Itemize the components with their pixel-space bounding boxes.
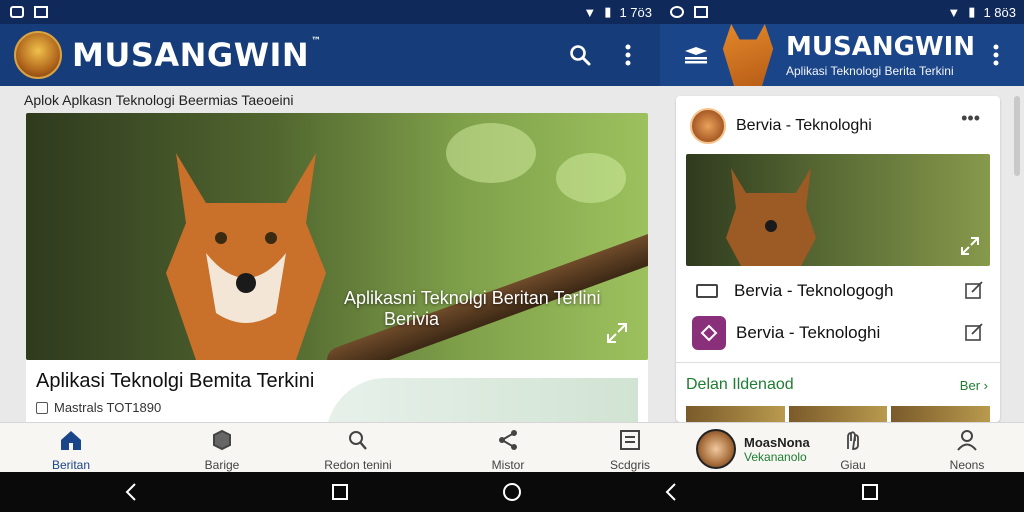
bokeh bbox=[556, 153, 626, 203]
back-icon[interactable] bbox=[662, 482, 682, 502]
bokeh bbox=[446, 123, 536, 183]
list-item[interactable]: Bervia - Teknologogh bbox=[692, 276, 893, 306]
hero-caption: Aplikasni Teknolgi Beritan Terlini Beriv… bbox=[344, 288, 601, 329]
notification-icon bbox=[10, 6, 24, 18]
expand-icon[interactable] bbox=[606, 322, 628, 344]
status-time-right: 1 8ö3 bbox=[983, 4, 1016, 20]
article-card[interactable]: Aplikasi Teknolgi Bemita Terkini Mastral… bbox=[26, 360, 648, 438]
avatar bbox=[696, 429, 736, 469]
calendar-icon bbox=[36, 401, 48, 414]
nav-label: Neons bbox=[949, 458, 985, 472]
nav-label: Scdgris bbox=[609, 458, 650, 472]
list-item-label: Bervia - Teknologogh bbox=[734, 281, 894, 300]
nav-label: Mistor bbox=[491, 458, 525, 472]
home-icon bbox=[61, 431, 81, 450]
avatar bbox=[690, 108, 726, 144]
more-horiz-icon[interactable]: ••• bbox=[961, 108, 980, 129]
app-bar: MUSANGWIN ™ bbox=[0, 24, 660, 86]
right-subtitle: Aplikasi Teknologi Berita Terkini bbox=[786, 64, 954, 78]
back-icon[interactable] bbox=[122, 482, 142, 502]
divider bbox=[676, 362, 1000, 363]
profile-subtitle: Vekananolo bbox=[744, 449, 807, 464]
fox-logo bbox=[722, 24, 774, 86]
system-nav-bar bbox=[0, 472, 1024, 512]
wifi-icon: ▼ bbox=[583, 4, 597, 20]
side-card: Bervia - Teknologhi ••• Bervia - Teknolo… bbox=[676, 96, 1000, 422]
image-icon bbox=[34, 6, 48, 18]
chevron-right-icon: › bbox=[983, 378, 988, 393]
card-header-title: Bervia - Teknologhi bbox=[736, 117, 872, 134]
section-more-link[interactable]: Ber › bbox=[960, 378, 988, 393]
status-time-left: 1 7ö3 bbox=[619, 4, 652, 20]
nav-label: Redon tenini bbox=[324, 458, 392, 472]
article-meta: Mastrals TOT1890 bbox=[36, 400, 161, 415]
recents-icon[interactable] bbox=[330, 482, 350, 502]
article-title: Aplikasi Teknolgi Bemita Terkini bbox=[36, 370, 315, 392]
right-app-bar: MUSANGWIN Aplikasi Teknologi Berita Terk… bbox=[660, 24, 1024, 86]
right-brand: MUSANGWIN bbox=[786, 32, 976, 62]
card-header: Bervia - Teknologhi bbox=[690, 108, 872, 144]
image-icon bbox=[694, 6, 708, 18]
nav-label: Beritan bbox=[51, 458, 91, 472]
nav-item-home[interactable]: Beritan bbox=[26, 429, 116, 472]
card-thumbnail[interactable] bbox=[686, 154, 990, 266]
layers-icon[interactable] bbox=[680, 39, 712, 71]
edit-icon[interactable] bbox=[964, 322, 984, 342]
message-icon bbox=[692, 276, 722, 306]
more-vert-icon[interactable] bbox=[980, 39, 1012, 71]
search-icon bbox=[349, 431, 367, 450]
tag-icon bbox=[213, 429, 231, 451]
home-button-icon[interactable] bbox=[502, 482, 522, 502]
battery-icon: ▮ bbox=[604, 4, 612, 19]
nav-label: Barige bbox=[204, 458, 240, 472]
breadcrumb: Aplok Aplkasn Teknologi Beermias Taeoein… bbox=[24, 92, 294, 108]
mini-profile[interactable]: MoasNona Vekananolo bbox=[696, 429, 810, 469]
more-vert-icon[interactable] bbox=[612, 39, 644, 71]
brand-logo bbox=[14, 31, 62, 79]
fox-image bbox=[726, 168, 816, 266]
search-icon[interactable] bbox=[564, 39, 596, 71]
battery-icon: ▮ bbox=[968, 4, 976, 19]
status-bar-right: ▼ ▮ 1 8ö3 bbox=[660, 0, 1024, 24]
expand-icon[interactable] bbox=[960, 236, 980, 256]
app-icon bbox=[692, 316, 726, 350]
nav-item-hand[interactable]: Giau bbox=[808, 429, 898, 472]
document-icon bbox=[620, 430, 640, 450]
profile-name: MoasNona bbox=[744, 434, 810, 450]
status-bar-left: ▼ ▮ 1 7ö3 bbox=[0, 0, 660, 24]
list-item-label: Bervia - Teknologhi bbox=[736, 323, 881, 342]
nav-item-document[interactable]: Scdgris bbox=[585, 429, 675, 472]
hero-image[interactable]: Aplikasni Teknolgi Beritan Terlini Beriv… bbox=[26, 113, 648, 360]
right-panel-title: MUSANGWIN Aplikasi Teknologi Berita Terk… bbox=[786, 32, 975, 78]
nav-item-search[interactable]: Redon tenini bbox=[313, 429, 403, 472]
share-icon bbox=[499, 430, 517, 450]
nav-label: Giau bbox=[840, 458, 866, 472]
person-icon bbox=[957, 430, 977, 451]
scrollbar[interactable] bbox=[1014, 96, 1020, 176]
nav-item-tag[interactable]: Barige bbox=[177, 429, 267, 472]
list-item[interactable]: Bervia - Teknologhi bbox=[692, 316, 880, 350]
edit-icon[interactable] bbox=[964, 280, 984, 300]
fox-image bbox=[166, 153, 326, 360]
alarm-icon bbox=[670, 6, 684, 18]
recents-icon[interactable] bbox=[860, 482, 880, 502]
nav-item-person[interactable]: Neons bbox=[922, 429, 1012, 472]
image-strip[interactable] bbox=[686, 406, 991, 422]
hand-icon bbox=[847, 431, 859, 450]
section-title: Delan Ildenaod bbox=[686, 376, 794, 393]
bottom-nav: Beritan Barige Redon tenini Mistor Scdgr… bbox=[0, 422, 1024, 472]
nav-item-share[interactable]: Mistor bbox=[463, 429, 553, 472]
wifi-icon: ▼ bbox=[947, 4, 961, 20]
app-title: MUSANGWIN ™ bbox=[72, 36, 322, 74]
